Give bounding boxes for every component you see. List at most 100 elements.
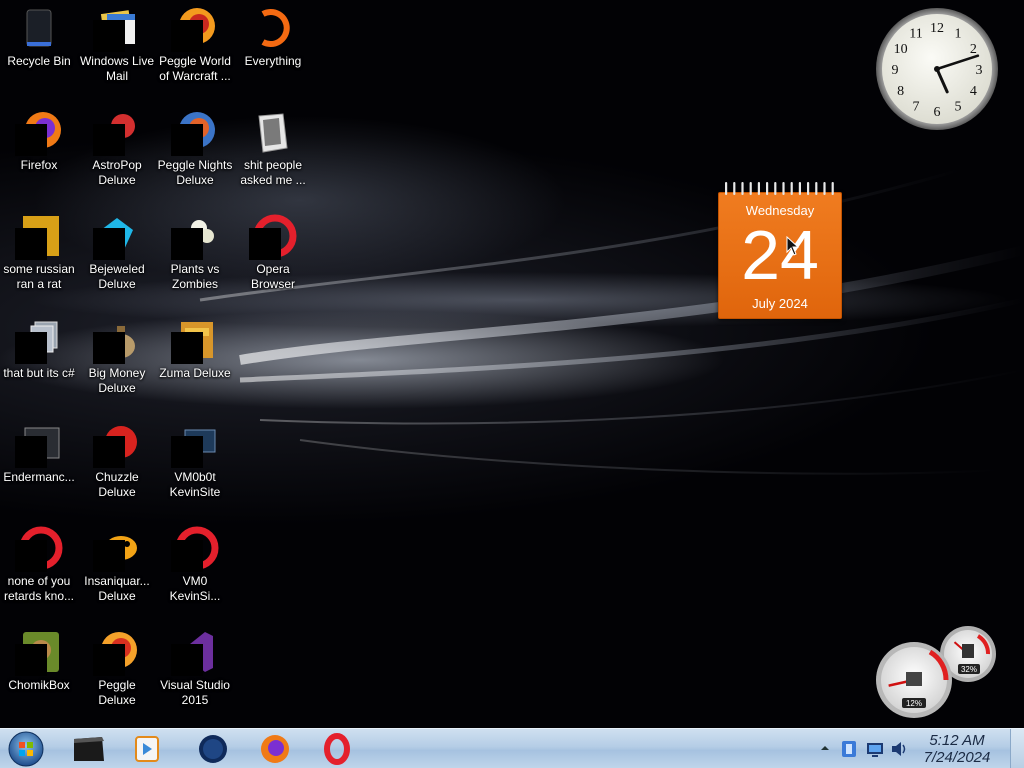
taskbar-clock[interactable]: 5:12 AM 7/24/2024 [912,732,1002,766]
redaction-box [15,124,47,156]
desktop-icon-none-of-you-retards[interactable]: none of you retards kno... [0,520,78,604]
desktop-icon-firefox[interactable]: Firefox [0,104,78,173]
desktop-icon-insaniquarium-deluxe[interactable]: Insaniquar... Deluxe [78,520,156,604]
desktop-icon-vm0-kevinsi[interactable]: VM0 KevinSi... [156,520,234,604]
desktop-icon-windows-live-mail[interactable]: Windows Live Mail [78,0,156,84]
desktop-icon-label: VM0b0t KevinSite [169,470,221,499]
clock-gadget[interactable]: 12 12 3 45678 9 1011 [874,6,1000,132]
show-desktop-button[interactable] [1010,729,1024,768]
peggle-icon [93,628,141,676]
mail-icon [93,4,141,52]
clock-numeral: 5 [955,99,962,114]
calendar-ring [741,182,744,195]
taskbar-date: 7/24/2024 [923,749,991,766]
folder-icon [249,108,297,156]
calendar-ring [790,182,793,195]
cpu-meter-gadget[interactable]: 32% 12% [874,624,998,720]
desktop-icon-visual-studio-2015[interactable]: Visual Studio 2015 [156,624,234,708]
calendar-day: 24 [741,216,819,294]
desktop-icon-label: AstroPop Deluxe [92,158,142,187]
chomikbox-icon [15,628,63,676]
clock-numeral: 12 [930,21,944,36]
taskbar-terminal-button[interactable] [62,731,116,767]
notification-area[interactable] [816,729,916,768]
desktop-icon-label: Endermanc... [3,470,75,484]
desktop-icon-some-russian-ran-a-rat[interactable]: some russian ran a rat [0,208,78,292]
desktop-icon-shit-people-asked-me[interactable]: shit people asked me ... [234,104,312,188]
desktop-icon-big-money-deluxe[interactable]: Big Money Deluxe [78,312,156,396]
network-icon[interactable] [866,739,884,759]
desktop-icon-bejeweled-deluxe[interactable]: Bejeweled Deluxe [78,208,156,292]
redaction-box [171,228,203,260]
desktop-icon-endermanch[interactable]: Endermanc... [0,416,78,485]
start-button[interactable] [6,730,46,768]
terminal-icon [74,737,104,761]
zuma-icon [171,316,219,364]
calendar-month-year: July 2024 [752,296,808,311]
redaction-box [15,332,47,364]
redaction-box [249,228,281,260]
desktop-icon-opera-browser[interactable]: Opera Browser [234,208,312,292]
desktop-icon-that-but-its-csharp[interactable]: that but its c# [0,312,78,381]
calendar-ring [807,182,810,195]
redaction-box [93,540,125,572]
redaction-box [171,436,203,468]
shortcut-icon [15,316,63,364]
monitor-icon [171,420,219,468]
opera-icon [324,733,350,765]
taskbar-media-player-button[interactable] [120,731,174,767]
taskbar-time: 5:12 AM [929,732,985,749]
desktop-icon-vm0b0t-kevinsite[interactable]: VM0b0t KevinSite [156,416,234,500]
redaction-box [171,644,203,676]
memory-percent: 32% [961,665,977,674]
desktop-icon-astropop-deluxe[interactable]: AstroPop Deluxe [78,104,156,188]
gem-icon [93,212,141,260]
everything-search-icon [249,4,297,52]
taskbar-firefox-button[interactable] [248,731,302,767]
desktop-icon-label: VM0 KevinSi... [169,574,221,603]
desktop-icon-label: none of you retards kno... [3,574,75,603]
desktop-icon-chuzzle-deluxe[interactable]: Chuzzle Deluxe [78,416,156,500]
desktop-icon-label: Recycle Bin [7,54,71,68]
clock-numeral: 4 [970,84,977,99]
redaction-box [93,20,125,52]
calendar-ring [815,182,818,195]
taskbar-globe-button[interactable] [186,731,240,767]
desktop-icon-label: Bejeweled Deluxe [89,262,145,291]
redaction-box [93,124,125,156]
desktop-icon-peggle-nights-deluxe[interactable]: Peggle Nights Deluxe [156,104,234,188]
desktop-icon-chomikbox[interactable]: ChomikBox [0,624,78,693]
desktop-icon-label: Zuma Deluxe [159,366,231,380]
taskbar-opera-button[interactable] [310,731,364,767]
desktop-icon-recycle-bin[interactable]: Recycle Bin [0,0,78,69]
desktop-icon-label: Windows Live Mail [79,54,155,83]
desktop[interactable]: Recycle Bin Firefox some russian ran a r… [0,0,1024,728]
mouse-cursor-icon [786,236,800,256]
calendar-gadget[interactable]: Wednesday 24 July 2024 [718,182,842,319]
volume-icon[interactable] [890,739,908,759]
taskbar[interactable]: 5:12 AM 7/24/2024 [0,728,1024,768]
desktop-icon-peggle-deluxe[interactable]: Peggle Deluxe [78,624,156,708]
redaction-box [15,436,47,468]
desktop-icon-everything[interactable]: Everything [234,0,312,69]
clock-numeral: 1 [955,27,962,42]
opera-icon [249,212,297,260]
show-hidden-icons-chevron-icon[interactable] [820,743,830,753]
firefox-icon [261,735,289,763]
calendar-page: Wednesday 24 July 2024 [718,192,842,319]
astropop-icon [93,108,141,156]
desktop-icon-label: Visual Studio 2015 [160,678,230,707]
calendar-ring [766,182,769,195]
action-center-flag-icon[interactable] [840,739,858,759]
media-player-icon [135,736,159,762]
peggle-icon [171,108,219,156]
executable-icon [15,212,63,260]
desktop-icon-plants-vs-zombies[interactable]: Plants vs Zombies [156,208,234,292]
flower-icon [171,212,219,260]
redaction-box [171,124,203,156]
desktop-icon-label: shit people asked me ... [240,158,306,187]
redaction-box [15,228,47,260]
desktop-icon-zuma-deluxe[interactable]: Zuma Deluxe [156,312,234,381]
clock-numeral: 10 [894,42,908,57]
desktop-icon-peggle-world-of-warcraft[interactable]: Peggle World of Warcraft ... [156,0,234,84]
